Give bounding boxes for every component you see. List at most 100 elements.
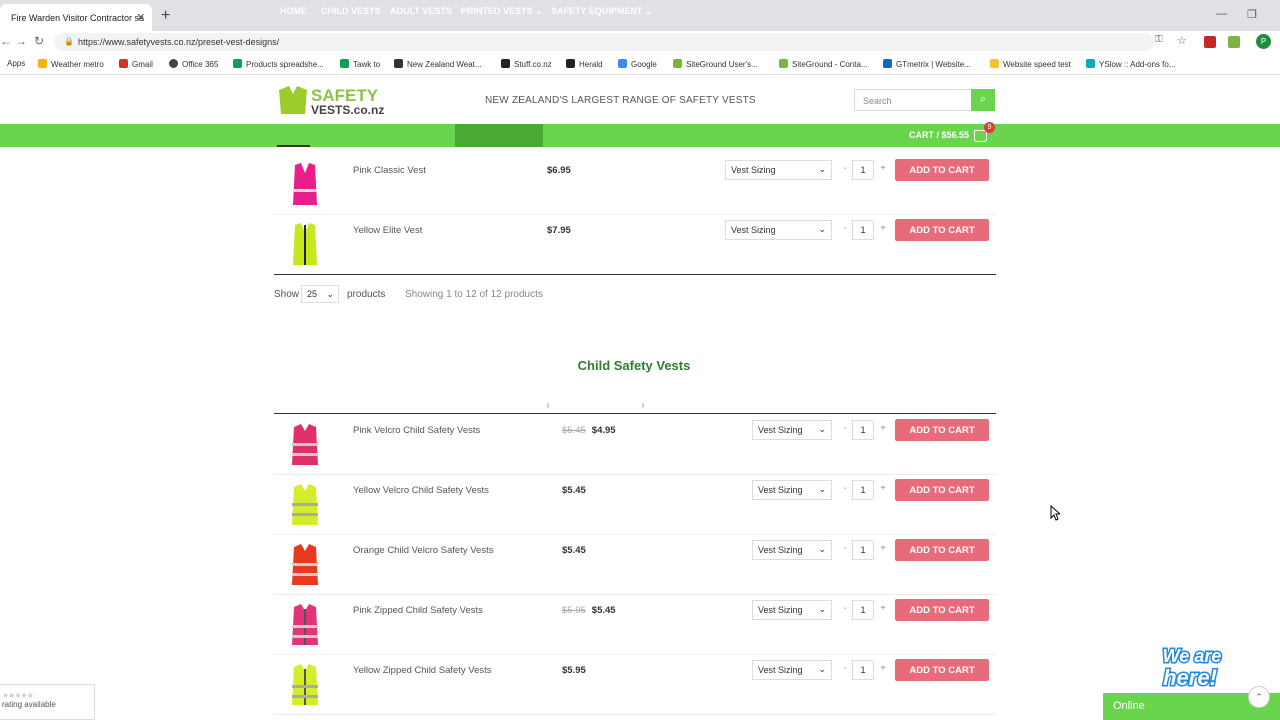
size-select[interactable]: Vest Sizing ⌄ xyxy=(752,600,832,620)
nav-home[interactable]: HOME xyxy=(280,6,307,16)
bookmark-item[interactable]: Products spreadshe... xyxy=(233,59,324,69)
nav-child-vests[interactable]: CHILD VESTS xyxy=(321,6,381,16)
profile-avatar[interactable]: P xyxy=(1256,34,1271,49)
add-to-cart-button[interactable]: ADD TO CART xyxy=(895,599,989,621)
add-to-cart-button[interactable]: ADD TO CART xyxy=(895,219,989,241)
star-icon[interactable]: ☆ xyxy=(1177,34,1187,47)
minimize-icon[interactable]: — xyxy=(1216,8,1227,20)
bookmark-item[interactable]: Stuff.co.nz xyxy=(501,59,552,69)
product-name[interactable]: Yellow Velcro Child Safety Vests xyxy=(353,485,489,496)
cart-icon[interactable] xyxy=(974,130,987,142)
product-image[interactable] xyxy=(288,541,322,587)
product-name[interactable]: Pink Classic Vest xyxy=(353,165,426,176)
qty-minus-button[interactable]: - xyxy=(838,660,852,680)
product-price: $5.95 xyxy=(562,665,586,676)
url-field[interactable]: 🔒 https://www.safetyvests.co.nz/preset-v… xyxy=(54,33,1154,51)
qty-plus-button[interactable]: + xyxy=(876,540,890,560)
nav-printed-vests[interactable]: PRINTED VESTS ⌄ xyxy=(461,6,543,17)
bookmark-item[interactable]: Gmail xyxy=(119,59,153,69)
size-select[interactable]: Vest Sizing ⌄ xyxy=(752,540,832,560)
sort-icon[interactable]: ⬍ xyxy=(545,402,551,410)
key-icon[interactable]: ⚿ xyxy=(1155,34,1163,45)
safetyvests-logo[interactable]: SAFETY VESTS.co.nz xyxy=(277,84,401,116)
product-image[interactable] xyxy=(288,601,322,647)
qty-input[interactable]: 1 xyxy=(852,420,874,440)
search-button[interactable]: ⌕ xyxy=(971,89,995,111)
qty-minus-button[interactable]: - xyxy=(838,160,852,180)
product-price: $5.45 xyxy=(562,545,586,556)
cart-link[interactable]: CART / $56.55 xyxy=(909,130,969,140)
we-are-here-logo[interactable]: We are here! xyxy=(1142,640,1242,691)
product-name[interactable]: Yellow Elite Vest xyxy=(353,225,422,236)
qty-minus-button[interactable]: - xyxy=(838,220,852,240)
qty-input[interactable]: 1 xyxy=(852,660,874,680)
qty-plus-button[interactable]: + xyxy=(876,480,890,500)
size-select[interactable]: Vest Sizing ⌄ xyxy=(752,480,832,500)
bookmark-item[interactable]: SiteGround - Conta... xyxy=(779,59,868,69)
bookmark-item[interactable]: Office 365 xyxy=(169,59,218,69)
chat-collapse-icon[interactable]: ⌃ xyxy=(1248,686,1270,708)
size-select[interactable]: Vest Sizing ⌄ xyxy=(725,220,832,240)
add-to-cart-button[interactable]: ADD TO CART xyxy=(895,659,989,681)
size-select[interactable]: Vest Sizing ⌄ xyxy=(725,160,832,180)
nav-adult-vests[interactable]: ADULT VESTS xyxy=(390,6,452,16)
bookmark-item[interactable]: Herald xyxy=(566,59,603,69)
per-page-select[interactable]: 25 ⌄ xyxy=(301,285,339,303)
qty-input[interactable]: 1 xyxy=(852,540,874,560)
rating-widget[interactable]: ★★★★★ rating available xyxy=(0,684,95,720)
product-image[interactable] xyxy=(288,481,322,527)
search-input[interactable]: Search xyxy=(854,89,972,111)
qty-plus-button[interactable]: + xyxy=(876,220,890,240)
bookmark-item[interactable]: Apps xyxy=(7,59,25,68)
browser-tab[interactable]: Fire Warden Visitor Contractor sa ✕ xyxy=(0,4,152,31)
qty-input[interactable]: 1 xyxy=(852,480,874,500)
size-select[interactable]: Vest Sizing ⌄ xyxy=(752,420,832,440)
svg-text:VESTS.co.nz: VESTS.co.nz xyxy=(311,103,384,116)
qty-plus-button[interactable]: + xyxy=(876,420,890,440)
bookmark-item[interactable]: Weather metro xyxy=(38,59,104,69)
chevron-down-icon: ⌄ xyxy=(818,164,826,174)
add-to-cart-button[interactable]: ADD TO CART xyxy=(895,539,989,561)
product-image[interactable] xyxy=(288,221,322,267)
qty-plus-button[interactable]: + xyxy=(876,600,890,620)
add-to-cart-button[interactable]: ADD TO CART xyxy=(895,479,989,501)
product-name[interactable]: Pink Velcro Child Safety Vests xyxy=(353,425,480,436)
nav-active-highlight xyxy=(455,124,543,147)
tab-close-icon[interactable]: ✕ xyxy=(136,11,145,24)
bookmark-item[interactable]: GTmetrix | Website... xyxy=(883,59,971,69)
qty-plus-button[interactable]: + xyxy=(876,660,890,680)
qty-input[interactable]: 1 xyxy=(852,160,874,180)
qty-input[interactable]: 1 xyxy=(852,600,874,620)
sort-icon[interactable]: ⬍ xyxy=(640,402,646,410)
extension-icon[interactable] xyxy=(1204,36,1216,48)
size-select[interactable]: Vest Sizing ⌄ xyxy=(752,660,832,680)
bookmark-item[interactable]: YSlow :: Add-ons fo... xyxy=(1086,59,1175,69)
qty-input[interactable]: 1 xyxy=(852,220,874,240)
product-name[interactable]: Yellow Zipped Child Safety Vests xyxy=(353,665,492,676)
extension-icon-2[interactable] xyxy=(1228,36,1240,48)
qty-minus-button[interactable]: - xyxy=(838,420,852,440)
qty-plus-button[interactable]: + xyxy=(876,160,890,180)
qty-minus-button[interactable]: - xyxy=(838,600,852,620)
add-to-cart-button[interactable]: ADD TO CART xyxy=(895,159,989,181)
reload-icon[interactable]: ↻ xyxy=(34,34,44,48)
bookmark-item[interactable]: New Zealand Weat... xyxy=(394,59,482,69)
nav-safety-equipment[interactable]: SAFETY EQUIPMENT ⌄ xyxy=(551,6,652,17)
qty-minus-button[interactable]: - xyxy=(838,480,852,500)
bookmark-item[interactable]: SiteGround User's... xyxy=(673,59,758,69)
restore-icon[interactable]: ❐ xyxy=(1247,8,1257,21)
product-image[interactable] xyxy=(288,421,322,467)
bookmark-item[interactable]: Website speed test xyxy=(990,59,1071,69)
product-name[interactable]: Pink Zipped Child Safety Vests xyxy=(353,605,483,616)
back-icon[interactable]: ← xyxy=(0,34,12,48)
add-to-cart-button[interactable]: ADD TO CART xyxy=(895,419,989,441)
qty-minus-button[interactable]: - xyxy=(838,540,852,560)
product-image[interactable] xyxy=(288,161,322,207)
new-tab-icon[interactable]: + xyxy=(161,7,170,25)
forward-icon[interactable]: → xyxy=(15,34,27,48)
bookmark-item[interactable]: Tawk to xyxy=(340,59,380,69)
product-name[interactable]: Orange Child Velcro Safety Vests xyxy=(353,545,493,556)
product-image[interactable] xyxy=(288,661,322,707)
bookmark-item[interactable]: Google xyxy=(618,59,657,69)
bookmark-icon xyxy=(883,59,892,68)
